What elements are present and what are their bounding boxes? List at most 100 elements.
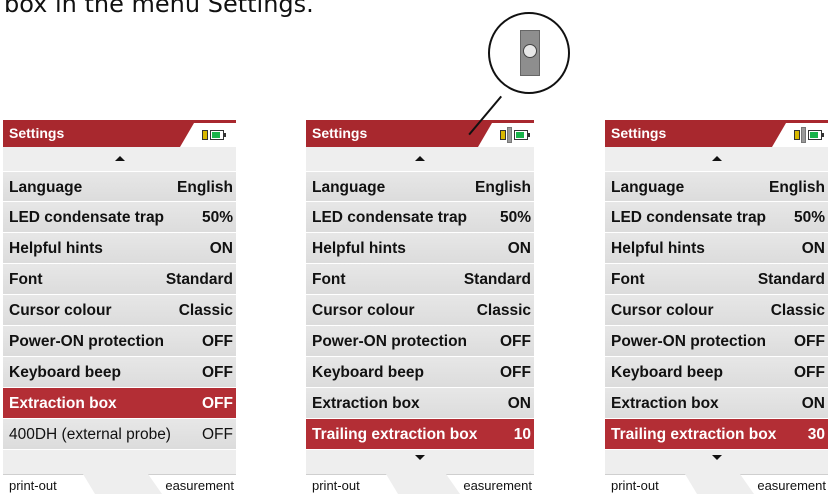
setting-row-led-condensate-trap[interactable]: LED condensate trap 50% <box>306 202 534 233</box>
setting-value: 50% <box>499 209 531 226</box>
scroll-up-icon[interactable] <box>711 156 722 161</box>
setting-value: English <box>475 179 531 196</box>
setting-label: Helpful hints <box>9 240 103 257</box>
setting-value: 30 <box>807 426 825 443</box>
settings-list: Language English LED condensate trap 50% H… <box>306 171 534 450</box>
caption-text: box in the menu Settings. <box>4 0 314 18</box>
setting-value: OFF <box>794 364 825 381</box>
setting-row-cursor-colour[interactable]: Cursor colour Classic <box>306 295 534 326</box>
settings-list: Language English LED condensate trap 50% H… <box>605 171 828 450</box>
setting-row-extraction-box[interactable]: Extraction box OFF <box>3 388 236 419</box>
setting-row-helpful-hints[interactable]: Helpful hints ON <box>3 233 236 264</box>
setting-value: Classic <box>476 302 531 319</box>
setting-row-font[interactable]: Font Standard <box>306 264 534 295</box>
battery-icon <box>210 130 226 140</box>
setting-value: OFF <box>202 395 233 412</box>
setting-value: 50% <box>793 209 825 226</box>
extraction-box-slot-icon <box>520 30 540 76</box>
setting-value: 10 <box>513 426 531 443</box>
setting-row-cursor-colour[interactable]: Cursor colour Classic <box>3 295 236 326</box>
setting-label: Power-ON protection <box>312 333 468 350</box>
setting-value: OFF <box>202 333 233 350</box>
setting-label: Font <box>9 271 43 288</box>
setting-label: Font <box>312 271 346 288</box>
screen-title: Settings <box>611 125 667 141</box>
setting-row-language[interactable]: Language English <box>605 171 828 202</box>
setting-row-font[interactable]: Font Standard <box>605 264 828 295</box>
setting-label: Trailing extraction box <box>611 426 777 443</box>
print-out-softkey[interactable]: print-out <box>605 474 697 494</box>
setting-label: Power-ON protection <box>9 333 165 350</box>
setting-value: OFF <box>202 364 233 381</box>
setting-row-font[interactable]: Font Standard <box>3 264 236 295</box>
pump-battery-icon <box>500 130 506 140</box>
scroll-up-icon[interactable] <box>114 156 125 161</box>
setting-value: English <box>177 179 233 196</box>
setting-label: Cursor colour <box>9 302 112 319</box>
setting-row-400dh-external-probe[interactable]: 400DH (external probe) OFF <box>3 419 236 450</box>
setting-row-led-condensate-trap[interactable]: LED condensate trap 50% <box>3 202 236 233</box>
setting-label: Language <box>9 179 83 196</box>
setting-label: LED condensate trap <box>611 209 767 226</box>
measurement-softkey[interactable]: easurement <box>446 474 534 494</box>
setting-row-power-on-protection[interactable]: Power-ON protection OFF <box>306 326 534 357</box>
extraction-box-zoom-icon <box>488 12 570 94</box>
extraction-box-icon <box>801 127 806 143</box>
setting-row-language[interactable]: Language English <box>306 171 534 202</box>
setting-row-cursor-colour[interactable]: Cursor colour Classic <box>605 295 828 326</box>
setting-label: LED condensate trap <box>9 209 165 226</box>
setting-value: 50% <box>201 209 233 226</box>
setting-row-keyboard-beep[interactable]: Keyboard beep OFF <box>605 357 828 388</box>
scroll-down-icon[interactable] <box>711 455 722 460</box>
setting-row-led-condensate-trap[interactable]: LED condensate trap 50% <box>605 202 828 233</box>
measurement-softkey[interactable]: easurement <box>740 474 828 494</box>
setting-label: Helpful hints <box>611 240 705 257</box>
extraction-box-knob-icon <box>523 44 537 58</box>
settings-list: Language English LED condensate trap 50% H… <box>3 171 236 450</box>
setting-label: Power-ON protection <box>611 333 767 350</box>
setting-row-trailing-extraction-box[interactable]: Trailing extraction box 30 <box>605 419 828 450</box>
setting-label: Font <box>611 271 645 288</box>
setting-value: ON <box>507 240 531 257</box>
setting-label: Cursor colour <box>611 302 714 319</box>
setting-value: Standard <box>463 271 531 288</box>
setting-label: Helpful hints <box>312 240 406 257</box>
setting-label: Extraction box <box>611 395 719 412</box>
battery-icon <box>808 130 824 140</box>
setting-row-extraction-box[interactable]: Extraction box ON <box>605 388 828 419</box>
print-out-softkey[interactable]: print-out <box>3 474 95 494</box>
pump-battery-icon <box>202 130 208 140</box>
setting-value: ON <box>209 240 233 257</box>
print-out-softkey[interactable]: print-out <box>306 474 398 494</box>
scroll-down-icon[interactable] <box>415 455 425 460</box>
setting-row-power-on-protection[interactable]: Power-ON protection OFF <box>605 326 828 357</box>
status-tab <box>478 123 534 147</box>
status-tab <box>180 123 236 147</box>
softkey-bar: print-out easurement <box>3 474 236 494</box>
setting-row-keyboard-beep[interactable]: Keyboard beep OFF <box>3 357 236 388</box>
setting-row-keyboard-beep[interactable]: Keyboard beep OFF <box>306 357 534 388</box>
scroll-up-icon[interactable] <box>415 156 425 161</box>
setting-row-power-on-protection[interactable]: Power-ON protection OFF <box>3 326 236 357</box>
setting-value: Classic <box>770 302 825 319</box>
setting-label: Language <box>312 179 386 196</box>
setting-row-trailing-extraction-box[interactable]: Trailing extraction box 10 <box>306 419 534 450</box>
setting-label: Trailing extraction box <box>312 426 478 443</box>
setting-row-extraction-box[interactable]: Extraction box ON <box>306 388 534 419</box>
softkey-bar: print-out easurement <box>605 474 828 494</box>
setting-row-language[interactable]: Language English <box>3 171 236 202</box>
setting-value: ON <box>801 395 825 412</box>
setting-row-helpful-hints[interactable]: Helpful hints ON <box>306 233 534 264</box>
setting-label: Keyboard beep <box>312 364 424 381</box>
setting-value: OFF <box>202 426 233 443</box>
measurement-softkey[interactable]: easurement <box>148 474 236 494</box>
setting-row-helpful-hints[interactable]: Helpful hints ON <box>605 233 828 264</box>
status-tab <box>772 123 828 147</box>
battery-icon <box>514 130 530 140</box>
setting-value: ON <box>507 395 531 412</box>
setting-label: Cursor colour <box>312 302 415 319</box>
settings-screen-3: Settings Language English LED condensate … <box>605 120 828 494</box>
setting-value: OFF <box>794 333 825 350</box>
setting-label: Language <box>611 179 685 196</box>
setting-value: OFF <box>500 364 531 381</box>
